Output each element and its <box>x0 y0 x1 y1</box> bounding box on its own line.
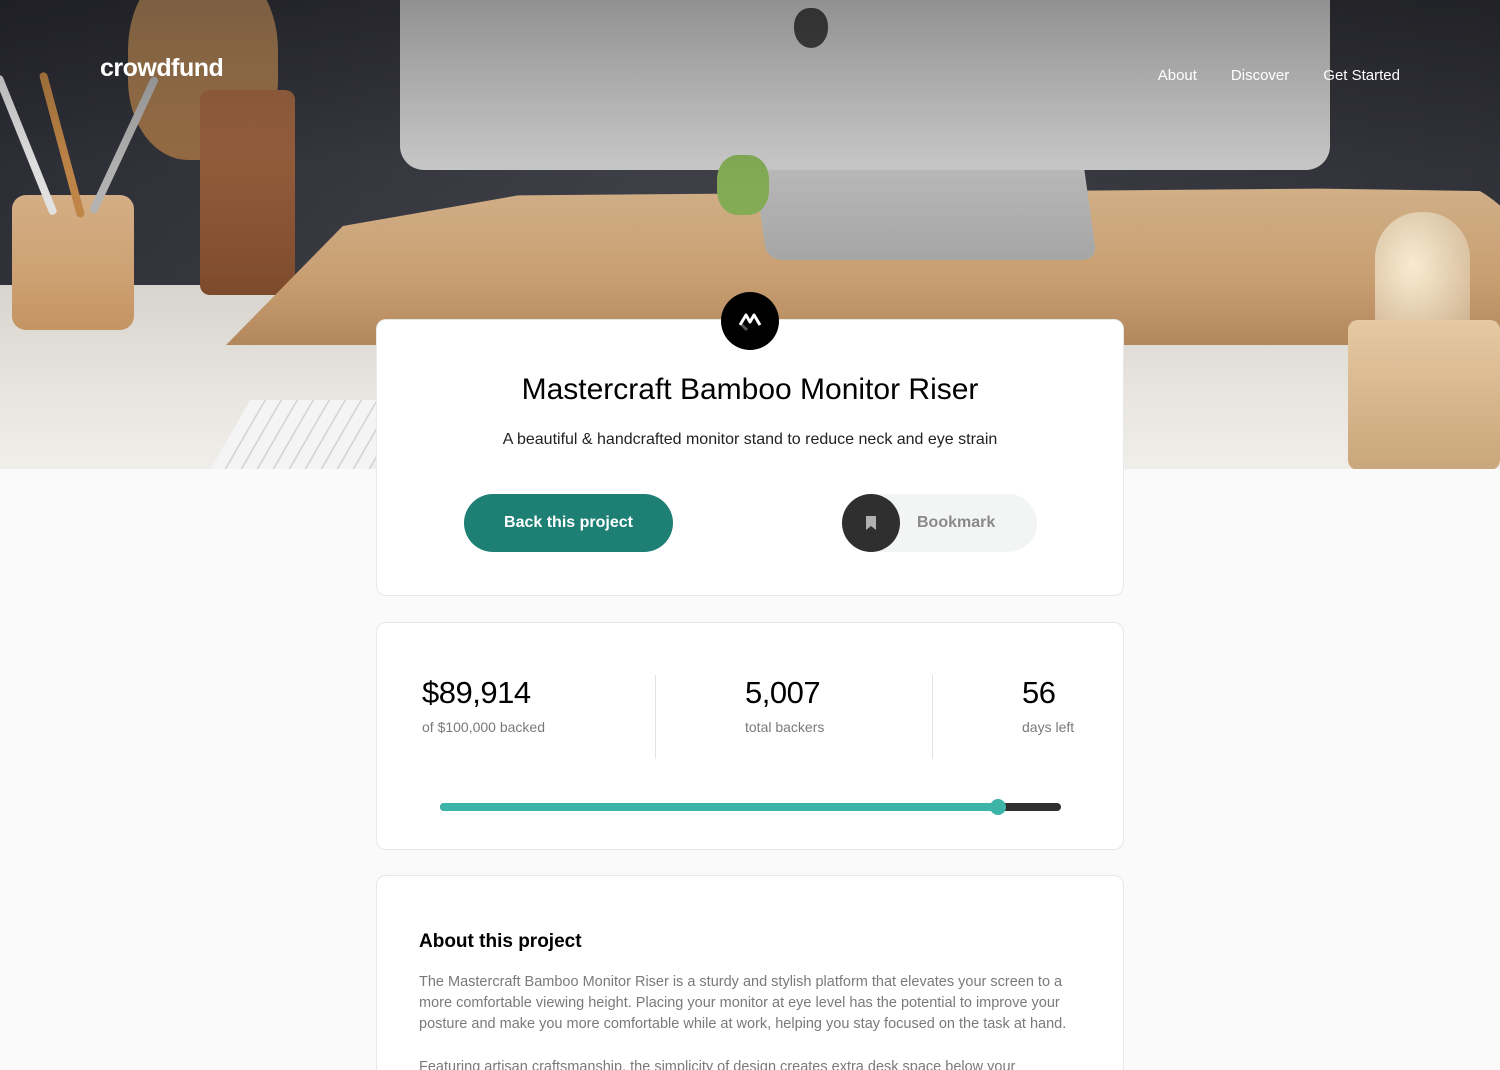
about-paragraph: The Mastercraft Bamboo Monitor Riser is … <box>419 974 1067 1032</box>
backed-label: of $100,000 backed <box>422 719 545 735</box>
about-title: About this project <box>419 931 582 952</box>
stat-days: 56 days left <box>1022 675 1074 735</box>
stat-divider <box>655 675 656 759</box>
about-paragraph: Featuring artisan craftsmanship, the sim… <box>419 1059 1016 1070</box>
nav-discover[interactable]: Discover <box>1231 67 1289 84</box>
nav-about[interactable]: About <box>1158 67 1197 84</box>
progress-knob <box>990 799 1007 815</box>
bookmark-button[interactable]: Bookmark <box>842 494 1037 552</box>
mastercraft-logo-icon <box>721 292 779 350</box>
project-title: Mastercraft Bamboo Monitor Riser <box>521 373 979 406</box>
backers-count: 5,007 <box>745 675 821 710</box>
main-nav: About Discover Get Started <box>1158 67 1400 84</box>
back-project-button[interactable]: Back this project <box>464 494 673 552</box>
bookmark-label: Bookmark <box>917 514 996 531</box>
progress-fill <box>440 803 999 811</box>
nav-get-started[interactable]: Get Started <box>1323 67 1400 84</box>
stats-card: $89,914 of $100,000 backed 5,007 total b… <box>376 622 1124 850</box>
about-card: About this project The Mastercraft Bambo… <box>376 875 1124 1070</box>
backers-label: total backers <box>745 719 825 735</box>
funding-progress-bar <box>440 799 1061 815</box>
days-left-count: 56 <box>1022 675 1056 710</box>
logo[interactable]: crowdfund <box>100 54 224 83</box>
project-intro-card: Mastercraft Bamboo Monitor Riser A beaut… <box>376 292 1124 596</box>
bookmark-icon <box>842 494 900 552</box>
project-subtitle: A beautiful & handcrafted monitor stand … <box>502 431 998 448</box>
days-left-label: days left <box>1022 719 1075 735</box>
stat-divider <box>932 675 933 759</box>
stat-backed: $89,914 of $100,000 backed <box>422 675 545 735</box>
stat-backers: 5,007 total backers <box>745 675 824 735</box>
backed-amount: $89,914 <box>422 675 531 710</box>
